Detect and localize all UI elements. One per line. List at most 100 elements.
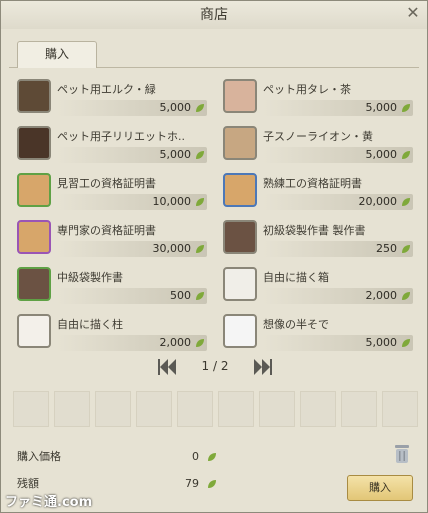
item-price: 2,000 [159,336,192,349]
balance-value: 79 [185,477,199,490]
empty-slot-row [13,391,418,441]
currency-leaf-icon [402,292,410,300]
recipe-book-icon [17,267,51,301]
item-price-bar: 5,000 [263,335,413,351]
item-price-bar: 2,000 [263,288,413,304]
snow-lion-icon [223,126,257,160]
watermark-logo: ファミ通.com [5,495,93,510]
pillar-icon [17,314,51,348]
shop-item[interactable]: ペット用子リリエットホ.. 5,000 [17,124,215,168]
empty-slot [259,391,295,427]
currency-leaf-icon [402,245,410,253]
currency-leaf-icon [208,453,216,461]
item-price: 10,000 [152,195,192,208]
empty-slot [382,391,418,427]
certificate-icon [17,220,51,254]
next-page-icon[interactable] [250,357,274,377]
item-name: 自由に描く柱 [57,318,123,331]
item-price: 5,000 [159,101,192,114]
trash-icon[interactable] [393,442,411,464]
item-price-bar: 10,000 [57,194,207,210]
shop-item[interactable]: 想像の半そで 5,000 [223,312,421,356]
item-price-bar: 5,000 [263,100,413,116]
item-price: 5,000 [365,336,398,349]
shop-item[interactable]: 見習工の資格証明書 10,000 [17,171,215,215]
purchase-price-row: 購入価格 0 [9,448,219,466]
item-price-bar: 250 [263,241,413,257]
sauce-pet-icon [223,79,257,113]
certificate-icon [223,173,257,207]
empty-slot [13,391,49,427]
pagination: 1 / 2 [1,357,428,379]
item-name: 中級袋製作書 [57,271,123,284]
item-price: 5,000 [365,101,398,114]
purchase-price-label: 購入価格 [17,450,61,463]
item-name: 自由に描く箱 [263,271,329,284]
empty-slot [218,391,254,427]
tab-bar: 購入 [9,41,419,68]
shop-window: 商店 ✕ 購入 ペット用エルク・緑 5,000 ペット用タレ・茶 5,000 ペット用子… [0,0,428,513]
item-price-bar: 20,000 [263,194,413,210]
buy-button[interactable]: 購入 [347,475,413,501]
window-title: 商店 [1,1,427,29]
empty-slot [95,391,131,427]
cube-box-icon [223,267,257,301]
item-price-bar: 5,000 [263,147,413,163]
prev-page-icon[interactable] [156,357,180,377]
empty-slot [136,391,172,427]
currency-leaf-icon [196,104,204,112]
item-price-bar: 5,000 [57,147,207,163]
shop-item[interactable]: 子スノーライオン・黄 5,000 [223,124,421,168]
shop-item[interactable]: 熟練工の資格証明書 20,000 [223,171,421,215]
item-name: 見習工の資格証明書 [57,177,156,190]
page-indicator: 1 / 2 [201,359,229,373]
riliet-pet-icon [17,126,51,160]
currency-leaf-icon [402,151,410,159]
item-name: ペット用タレ・茶 [263,83,351,96]
shop-item[interactable]: ペット用タレ・茶 5,000 [223,77,421,121]
tshirt-icon [223,314,257,348]
recipe-book-icon [223,220,257,254]
currency-leaf-icon [196,292,204,300]
item-name: 熟練工の資格証明書 [263,177,362,190]
empty-slot [177,391,213,427]
purchase-price-value: 0 [192,450,199,463]
currency-leaf-icon [402,339,410,347]
item-price: 500 [170,289,191,302]
item-price-bar: 2,000 [57,335,207,351]
item-price-bar: 500 [57,288,207,304]
shop-item[interactable]: 専門家の資格証明書 30,000 [17,218,215,262]
item-price-bar: 30,000 [57,241,207,257]
shop-item[interactable]: 自由に描く柱 2,000 [17,312,215,356]
shop-item[interactable]: 自由に描く箱 2,000 [223,265,421,309]
item-name: 想像の半そで [263,318,329,331]
currency-leaf-icon [402,198,410,206]
item-grid: ペット用エルク・緑 5,000 ペット用タレ・茶 5,000 ペット用子リリエットホ..… [9,67,419,352]
shop-item[interactable]: 初級袋製作書 製作書 250 [223,218,421,262]
currency-leaf-icon [196,151,204,159]
certificate-icon [17,173,51,207]
close-icon[interactable]: ✕ [405,5,421,21]
shop-item[interactable]: 中級袋製作書 500 [17,265,215,309]
empty-slot [54,391,90,427]
shop-item[interactable]: ペット用エルク・緑 5,000 [17,77,215,121]
currency-leaf-icon [208,480,216,488]
item-price: 30,000 [152,242,192,255]
currency-leaf-icon [196,198,204,206]
currency-leaf-icon [196,339,204,347]
item-name: 子スノーライオン・黄 [263,130,373,143]
empty-slot [341,391,377,427]
item-price: 5,000 [365,148,398,161]
currency-leaf-icon [402,104,410,112]
elk-pet-icon [17,79,51,113]
item-name: 初級袋製作書 製作書 [263,224,366,237]
item-price-bar: 5,000 [57,100,207,116]
item-name: 専門家の資格証明書 [57,224,156,237]
item-price: 2,000 [365,289,398,302]
item-price: 5,000 [159,148,192,161]
tab-buy[interactable]: 購入 [17,41,97,68]
item-name: ペット用子リリエットホ.. [57,130,185,143]
item-price: 20,000 [358,195,398,208]
empty-slot [300,391,336,427]
item-price: 250 [376,242,397,255]
